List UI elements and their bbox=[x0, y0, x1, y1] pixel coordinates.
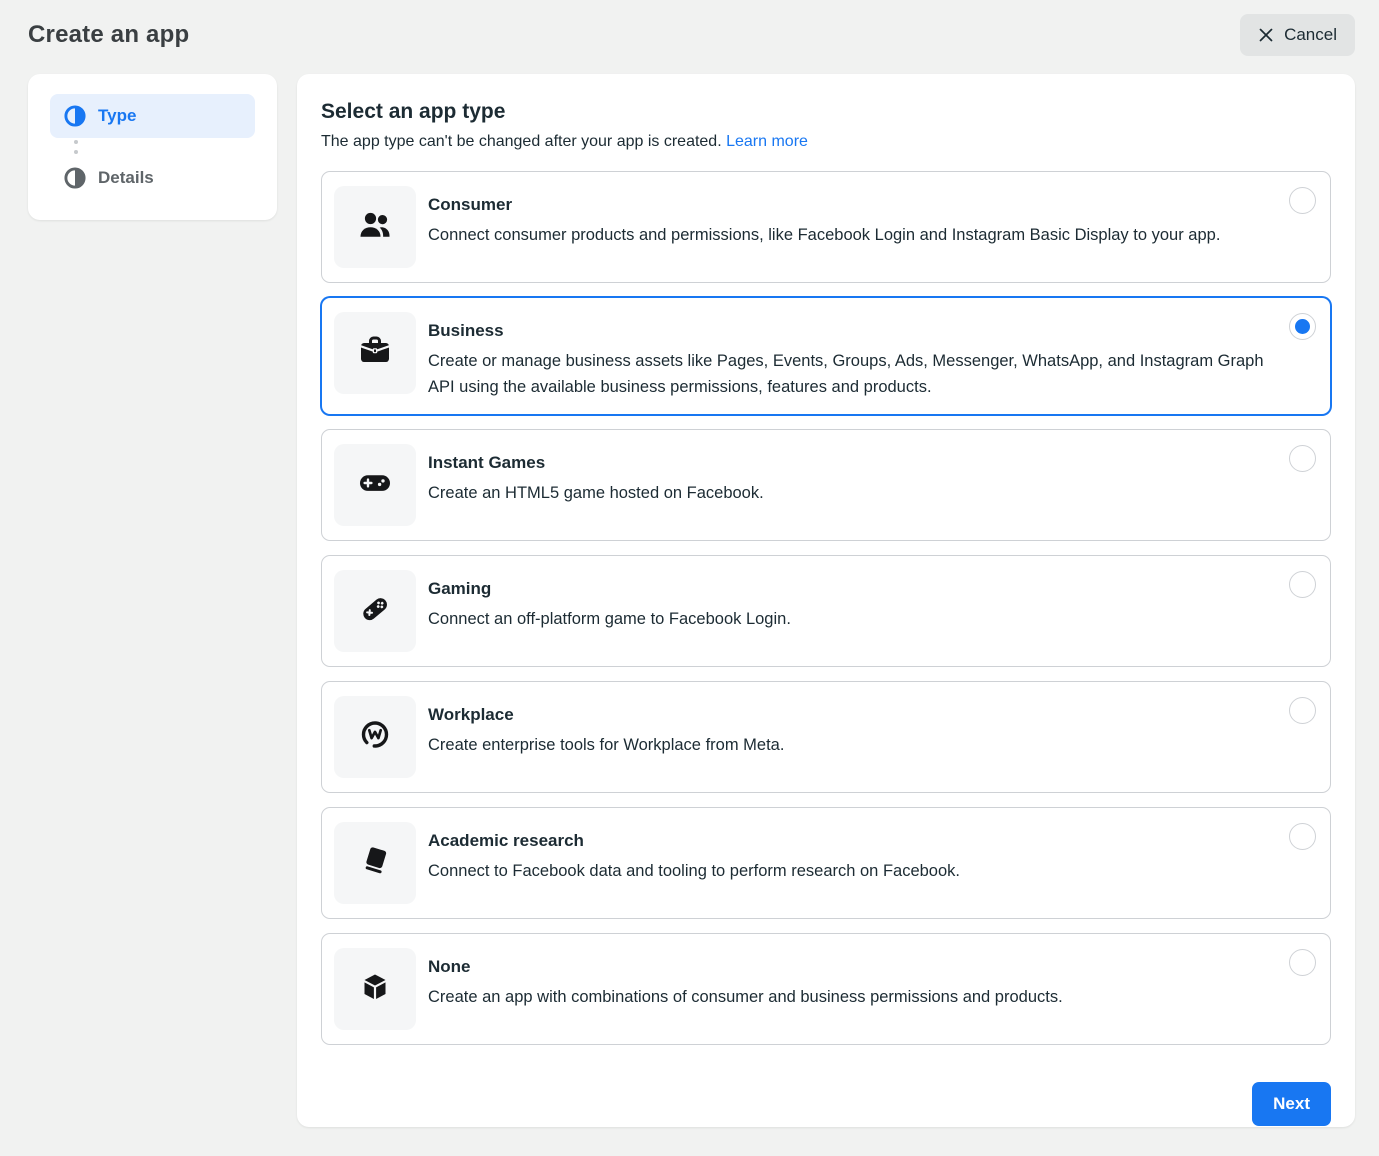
option-description: Create an app with combinations of consu… bbox=[428, 984, 1063, 1010]
cancel-label: Cancel bbox=[1284, 25, 1337, 45]
step-item-details[interactable]: Details bbox=[50, 156, 255, 200]
option-description: Connect to Facebook data and tooling to … bbox=[428, 858, 960, 884]
option-description: Create enterprise tools for Workplace fr… bbox=[428, 732, 784, 758]
option-icon-tile bbox=[334, 696, 416, 778]
option-title: Business bbox=[428, 321, 1270, 341]
gamepad-icon bbox=[357, 591, 393, 632]
top-bar: Create an app Cancel bbox=[0, 0, 1379, 74]
option-gaming[interactable]: Gaming Connect an off-platform game to F… bbox=[321, 555, 1331, 667]
radio-button[interactable] bbox=[1289, 445, 1316, 472]
instant-games-icon bbox=[357, 465, 393, 506]
section-title: Select an app type bbox=[321, 100, 1331, 124]
option-title: Consumer bbox=[428, 195, 1220, 215]
step-connector-dots bbox=[74, 140, 255, 154]
step-label: Details bbox=[98, 168, 154, 188]
page-title: Create an app bbox=[28, 21, 189, 49]
option-business[interactable]: Business Create or manage business asset… bbox=[321, 297, 1331, 415]
option-description: Create an HTML5 game hosted on Facebook. bbox=[428, 480, 764, 506]
cancel-button[interactable]: Cancel bbox=[1240, 14, 1355, 56]
content-area: Type Details Select an app type The app … bbox=[0, 74, 1379, 1127]
option-title: None bbox=[428, 957, 1063, 977]
app-type-option-list: Consumer Connect consumer products and p… bbox=[321, 171, 1331, 1045]
option-description: Connect consumer products and permission… bbox=[428, 222, 1220, 248]
radio-button[interactable] bbox=[1289, 949, 1316, 976]
half-circle-progress-icon bbox=[64, 105, 86, 127]
workplace-icon bbox=[357, 717, 393, 758]
main-panel: Select an app type The app type can't be… bbox=[297, 74, 1355, 1127]
radio-button[interactable] bbox=[1289, 571, 1316, 598]
book-icon bbox=[357, 843, 393, 884]
option-icon-tile bbox=[334, 186, 416, 268]
next-button[interactable]: Next bbox=[1252, 1082, 1331, 1126]
option-description: Connect an off-platform game to Facebook… bbox=[428, 606, 791, 632]
close-icon bbox=[1258, 27, 1274, 43]
option-instant-games[interactable]: Instant Games Create an HTML5 game hoste… bbox=[321, 429, 1331, 541]
step-label: Type bbox=[98, 106, 136, 126]
option-title: Gaming bbox=[428, 579, 791, 599]
option-icon-tile bbox=[334, 948, 416, 1030]
radio-button[interactable] bbox=[1289, 697, 1316, 724]
option-title: Instant Games bbox=[428, 453, 764, 473]
option-workplace[interactable]: Workplace Create enterprise tools for Wo… bbox=[321, 681, 1331, 793]
option-icon-tile bbox=[334, 444, 416, 526]
option-icon-tile bbox=[334, 822, 416, 904]
option-description: Create or manage business assets like Pa… bbox=[428, 348, 1270, 400]
step-item-type[interactable]: Type bbox=[50, 94, 255, 138]
option-title: Academic research bbox=[428, 831, 960, 851]
briefcase-icon bbox=[357, 333, 393, 374]
option-academic-research[interactable]: Academic research Connect to Facebook da… bbox=[321, 807, 1331, 919]
option-icon-tile bbox=[334, 312, 416, 394]
panel-footer: Next bbox=[321, 1082, 1331, 1126]
people-icon bbox=[357, 207, 393, 248]
option-title: Workplace bbox=[428, 705, 784, 725]
half-circle-progress-icon bbox=[64, 167, 86, 189]
radio-button[interactable] bbox=[1289, 187, 1316, 214]
step-sidebar: Type Details bbox=[28, 74, 277, 220]
radio-button[interactable] bbox=[1289, 823, 1316, 850]
section-subtitle: The app type can't be changed after your… bbox=[321, 133, 1331, 151]
radio-button[interactable] bbox=[1289, 313, 1316, 340]
learn-more-link[interactable]: Learn more bbox=[726, 133, 808, 150]
option-consumer[interactable]: Consumer Connect consumer products and p… bbox=[321, 171, 1331, 283]
cube-icon bbox=[357, 969, 393, 1010]
option-icon-tile bbox=[334, 570, 416, 652]
option-none[interactable]: None Create an app with combinations of … bbox=[321, 933, 1331, 1045]
